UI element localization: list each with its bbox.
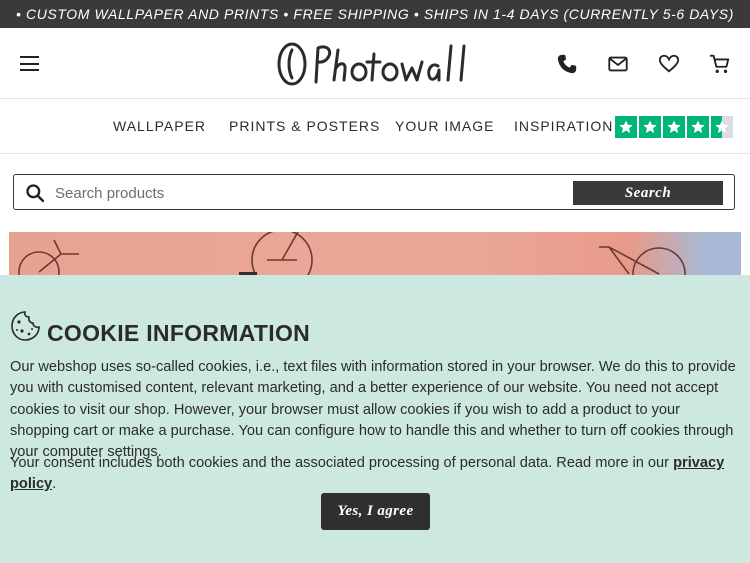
hero-banner[interactable] (9, 232, 741, 280)
cookie-icon (11, 311, 40, 341)
site-header (0, 28, 750, 99)
photowall-logo[interactable] (276, 40, 474, 88)
nav-item-inspiration[interactable]: INSPIRATION (514, 99, 613, 153)
search-bar: Search (13, 174, 735, 210)
star-icon (639, 116, 661, 138)
trustpilot-rating[interactable] (615, 116, 733, 138)
phone-icon[interactable] (555, 52, 579, 76)
nav-item-wallpaper[interactable]: WALLPAPER (113, 99, 206, 153)
cookie-consent-text: Your consent includes both cookies and t… (10, 453, 742, 495)
half-star-icon (711, 116, 733, 138)
star-icon (615, 116, 637, 138)
cookie-title: COOKIE INFORMATION (47, 320, 311, 346)
cookie-body-text: Our webshop uses so-called cookies, i.e.… (10, 359, 736, 461)
menu-icon[interactable] (20, 56, 39, 71)
promo-bar: • CUSTOM WALLPAPER AND PRINTS • FREE SHI… (0, 0, 750, 28)
nav-item-prints-posters[interactable]: PRINTS & POSTERS (229, 99, 380, 153)
search-input[interactable] (53, 179, 567, 207)
hero-bicycles-image (18, 232, 686, 280)
heart-icon[interactable] (657, 52, 681, 76)
search-button[interactable]: Search (573, 181, 723, 205)
agree-button[interactable]: Yes, I agree (321, 493, 430, 530)
nav-item-your-image[interactable]: YOUR IMAGE (395, 99, 494, 153)
mail-icon[interactable] (606, 52, 630, 76)
promo-text: • CUSTOM WALLPAPER AND PRINTS • FREE SHI… (16, 6, 734, 22)
cart-icon[interactable] (708, 52, 732, 76)
consent-text: Your consent includes both cookies and t… (10, 455, 670, 471)
consent-end: . (52, 476, 57, 492)
star-icon (663, 116, 685, 138)
search-icon[interactable] (25, 183, 45, 208)
star-icon (687, 116, 709, 138)
cookie-banner: COOKIE INFORMATION Our webshop uses so-c… (0, 275, 750, 563)
